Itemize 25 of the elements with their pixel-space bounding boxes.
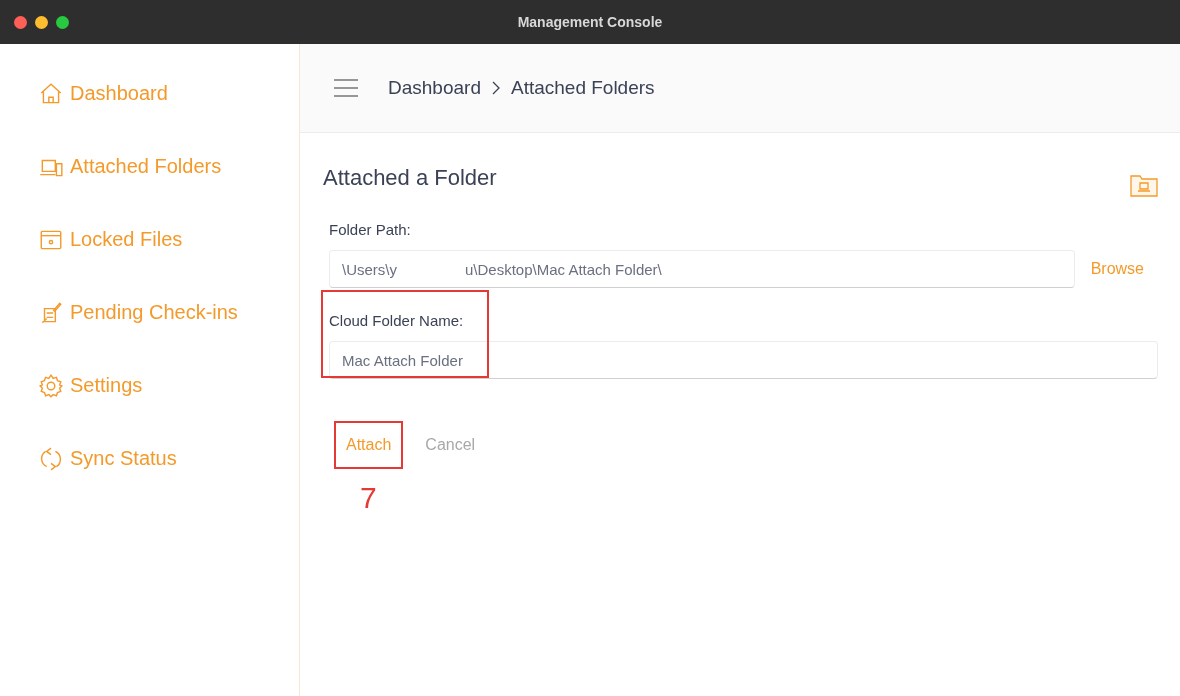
sidebar-item[interactable]: Settings <box>38 370 299 401</box>
attach-button[interactable]: Attach <box>334 421 404 469</box>
cancel-button[interactable]: Cancel <box>413 421 488 469</box>
step-number: 7 <box>360 481 378 515</box>
sidebar-item[interactable]: Pending Check-ins <box>38 297 299 328</box>
input-field[interactable]: \Users\y u\Desktop\Mac Attach Folder\ <box>329 250 1075 288</box>
menu-icon[interactable] <box>334 79 358 97</box>
sync-icon <box>38 445 64 472</box>
browse-button[interactable]: Browse <box>1090 260 1158 278</box>
input-field[interactable]: Mac Attach Folder <box>329 341 1158 379</box>
breadcrumb-item[interactable]: Dashboard <box>388 77 481 99</box>
minimize-icon[interactable] <box>35 15 48 29</box>
field-label: Folder Path: <box>329 221 412 238</box>
close-icon[interactable] <box>14 15 27 29</box>
breadcrumb-item: Attached Folders <box>510 77 655 99</box>
sidebar-item[interactable]: Locked Files <box>38 224 299 255</box>
form-title: Attached a Folder <box>323 165 497 191</box>
sidebar-item[interactable]: Attached Folders <box>38 151 299 182</box>
field-label: Cloud Folder Name: <box>329 312 465 329</box>
window-title: Management Console <box>516 14 664 30</box>
maximize-icon[interactable] <box>56 15 69 29</box>
chevron-right-icon <box>490 81 501 95</box>
sidebar-item[interactable]: Dashboard <box>38 78 299 109</box>
settings-icon <box>38 372 64 399</box>
sidebar-item[interactable]: Sync Status <box>38 443 299 474</box>
